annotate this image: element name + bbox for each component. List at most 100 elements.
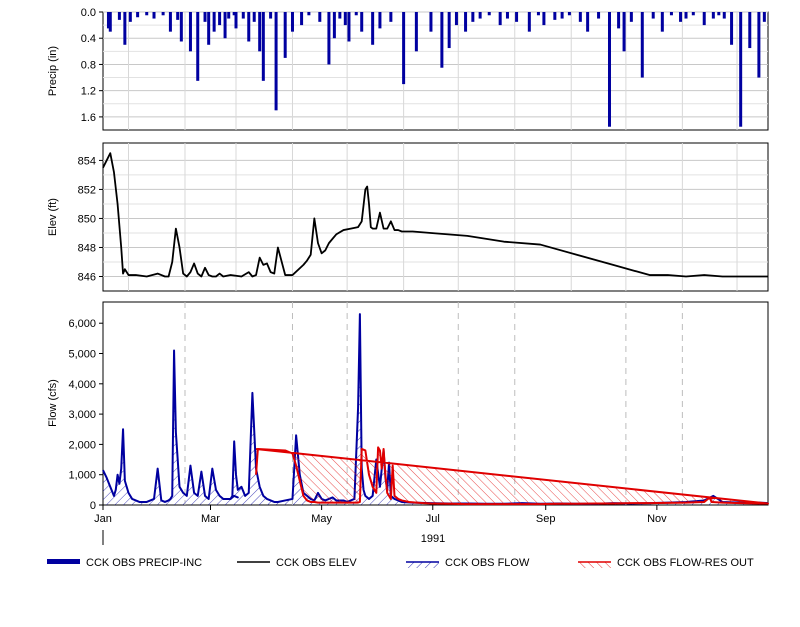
precip-bar bbox=[252, 12, 256, 22]
precip-bar bbox=[414, 12, 418, 52]
elev-panel: 846 848 850 852 854 Elev (ft) bbox=[47, 142, 769, 292]
precip-bar bbox=[123, 12, 127, 45]
precip-bar bbox=[332, 12, 336, 39]
y-tick-label: 0.0 bbox=[81, 7, 96, 19]
precip-bar bbox=[300, 12, 304, 26]
precip-bar bbox=[567, 12, 571, 16]
precip-bar bbox=[274, 12, 278, 111]
y-tick-label: 1.6 bbox=[81, 112, 96, 124]
precip-bar bbox=[684, 12, 688, 19]
precip-bar bbox=[542, 12, 546, 26]
y-tick-label: 1.2 bbox=[81, 86, 96, 98]
precip-bar bbox=[354, 12, 358, 16]
legend-swatch-res-out-hatch bbox=[578, 562, 611, 568]
elev-y-ticks: 846 848 850 852 854 bbox=[78, 155, 103, 283]
precip-bar bbox=[578, 12, 582, 22]
precip-bar bbox=[212, 12, 216, 32]
x-axis: 1991 Jan Mar May Jul Sep Nov bbox=[94, 505, 667, 545]
legend-label-elev: CCK OBS ELEV bbox=[276, 557, 357, 569]
precip-bar bbox=[152, 12, 156, 19]
precip-bar bbox=[730, 12, 734, 45]
y-tick-label: 0.4 bbox=[81, 33, 96, 45]
flow-y-ticks: 0 1,000 2,000 3,000 4,000 5,000 6,000 bbox=[68, 318, 103, 512]
x-tick-label: May bbox=[311, 513, 332, 525]
legend: CCK OBS PRECIP-INC CCK OBS ELEV CCK OBS … bbox=[47, 557, 754, 569]
precip-bar bbox=[748, 12, 752, 49]
x-tick-label: Sep bbox=[536, 513, 556, 525]
precip-bar bbox=[318, 12, 322, 22]
precip-bar bbox=[338, 12, 342, 19]
precip-bar bbox=[560, 12, 564, 19]
precip-bar bbox=[515, 12, 519, 22]
y-tick-label: 848 bbox=[78, 242, 96, 254]
precip-bar bbox=[586, 12, 590, 32]
precip-y-ticks: 0.0 0.4 0.8 1.2 1.6 bbox=[81, 7, 103, 124]
precip-panel: 0.0 0.4 0.8 1.2 1.6 Precip (in) bbox=[47, 7, 769, 131]
x-tick-label: Jul bbox=[426, 513, 440, 525]
legend-item-precip: CCK OBS PRECIP-INC bbox=[47, 557, 202, 569]
precip-bar bbox=[679, 12, 683, 22]
precip-bar bbox=[207, 12, 211, 45]
precip-bar bbox=[447, 12, 451, 49]
precip-bar bbox=[128, 12, 132, 22]
precip-bar bbox=[739, 12, 743, 127]
precip-bar bbox=[327, 12, 331, 65]
y-tick-label: 850 bbox=[78, 213, 96, 225]
precip-bar bbox=[347, 12, 351, 42]
elev-y-label: Elev (ft) bbox=[47, 198, 59, 236]
precip-bar bbox=[651, 12, 655, 19]
precip-bar bbox=[527, 12, 531, 32]
legend-label-res-out: CCK OBS FLOW-RES OUT bbox=[617, 557, 754, 569]
precip-bar bbox=[203, 12, 207, 22]
precip-bar bbox=[223, 12, 227, 39]
precip-bar bbox=[117, 12, 121, 20]
chart-canvas: 0.0 0.4 0.8 1.2 1.6 Precip (in) 846 848 850 852… bbox=[47, 7, 769, 569]
precip-bar bbox=[227, 12, 231, 19]
precip-bar bbox=[188, 12, 192, 52]
y-tick-label: 6,000 bbox=[68, 318, 96, 330]
precip-bar bbox=[343, 12, 347, 26]
y-tick-label: 0.8 bbox=[81, 59, 96, 71]
precip-bar bbox=[597, 12, 601, 19]
flow-y-label: Flow (cfs) bbox=[47, 379, 59, 427]
precip-bar bbox=[617, 12, 621, 29]
x-tick-label: Jan bbox=[94, 513, 112, 525]
precip-bar bbox=[722, 12, 726, 19]
precip-bar bbox=[136, 12, 140, 18]
precip-bar bbox=[145, 12, 149, 16]
precip-bar bbox=[307, 12, 311, 16]
precip-bar bbox=[629, 12, 633, 22]
precip-bar bbox=[622, 12, 626, 52]
precip-bar bbox=[360, 12, 364, 32]
y-tick-label: 5,000 bbox=[68, 349, 96, 361]
precip-bar bbox=[660, 12, 664, 32]
precip-bar bbox=[478, 12, 482, 19]
precip-bar bbox=[505, 12, 509, 19]
elev-plot-frame bbox=[102, 142, 769, 292]
precip-bar bbox=[161, 12, 165, 16]
precip-y-label: Precip (in) bbox=[47, 46, 59, 96]
legend-item-res-out: CCK OBS FLOW-RES OUT bbox=[578, 557, 754, 569]
precip-bar bbox=[402, 12, 406, 85]
precip-bar bbox=[196, 12, 200, 81]
legend-label-flow: CCK OBS FLOW bbox=[445, 557, 530, 569]
precip-bar bbox=[487, 12, 491, 16]
y-tick-label: 0 bbox=[90, 500, 96, 512]
precip-bar bbox=[378, 12, 382, 29]
precip-bar bbox=[261, 12, 265, 81]
precip-bar bbox=[498, 12, 502, 26]
precip-bar bbox=[471, 12, 475, 22]
precip-bar bbox=[711, 12, 715, 19]
precip-bar bbox=[717, 12, 721, 16]
y-tick-label: 4,000 bbox=[68, 379, 96, 391]
x-axis-year-label: 1991 bbox=[421, 533, 445, 545]
x-tick-label: Nov bbox=[647, 513, 667, 525]
legend-label-precip: CCK OBS PRECIP-INC bbox=[86, 557, 202, 569]
legend-swatch-precip bbox=[47, 559, 80, 564]
legend-item-flow: CCK OBS FLOW bbox=[406, 557, 530, 569]
precip-bar bbox=[536, 12, 540, 16]
precip-bar bbox=[464, 12, 468, 32]
precip-bar bbox=[669, 12, 673, 16]
precip-bar bbox=[234, 12, 238, 29]
legend-item-elev: CCK OBS ELEV bbox=[237, 557, 357, 569]
